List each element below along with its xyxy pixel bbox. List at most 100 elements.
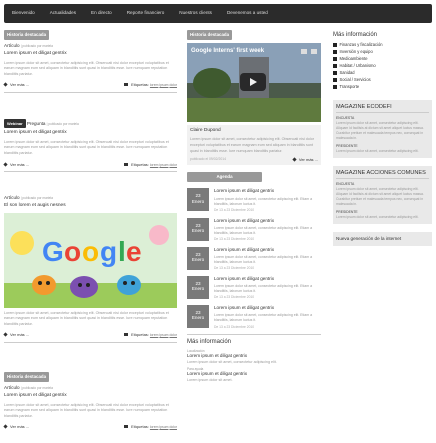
watch-later-icon[interactable] (301, 48, 307, 54)
tag-link[interactable]: ipsum (159, 83, 168, 87)
agenda-title: Lorem ipsum et diligat gentrix (214, 246, 275, 252)
tag-link[interactable]: lorem (150, 83, 158, 87)
post-section: Artículo (4, 384, 20, 390)
tags: Etiquetas:loremipsumdolor (124, 82, 177, 88)
post-2: Webinar Pregunta | publicado por mariela… (4, 119, 177, 173)
box-text: Lorem ipsum dolor sit amet, consectetur … (336, 148, 419, 153)
post-title[interactable]: Lorem ipsum et diligat gentrix (4, 130, 177, 136)
divider (4, 171, 177, 173)
agenda-when: De 13 a 23 Diciembre 2010 (214, 295, 255, 300)
post-meta: Webinar Pregunta | publicado por mariela (4, 119, 177, 129)
box-title[interactable]: MAGAZINE ACCIONES COMUNES (336, 170, 429, 180)
tag-link[interactable]: dolor (169, 425, 177, 429)
divider (4, 91, 177, 93)
post-title[interactable]: Lorem ipsum et diligat gentrix (4, 393, 177, 399)
category-finanzas[interactable]: Finanzas y fiscalización (333, 42, 432, 48)
agenda-date: 23 Enero (187, 304, 209, 328)
agenda-when: De 13 a 23 Diciembre 2010 (214, 324, 255, 329)
video-title: Google Interns' first week (191, 47, 265, 54)
info-item: Localización Lorem ipsum et diligat gent… (187, 349, 321, 365)
category-medioambiente[interactable]: Medioambiente (333, 56, 432, 62)
featured-footer: publicado el 09/02/2014 Ver más ... (190, 157, 318, 162)
post-meta: Artículo | publicado por mariela (4, 43, 177, 49)
video-tree (193, 67, 231, 98)
nav-bienvenido[interactable]: Bienvenido (12, 10, 35, 16)
divider (187, 334, 321, 335)
tag-link[interactable]: dolor (169, 163, 177, 167)
video-grass (187, 97, 321, 122)
tag-link[interactable]: dolor (169, 333, 177, 337)
box-text: Lorem ipsum dolor sit amet, consectetur … (336, 186, 424, 207)
category-inversion[interactable]: Inversión y equipo (333, 49, 432, 55)
post-1: Historia destacada Artículo | publicado … (4, 30, 177, 93)
top-nav-bar: Bienvenido Actualidades En directo Repor… (4, 4, 432, 23)
tag-link[interactable]: ipsum (159, 425, 168, 429)
read-more-link[interactable]: Ver más ... (4, 424, 29, 429)
agenda-item[interactable]: 23 Enero Lorem ipsum et diligat gentrix Lo… (187, 217, 321, 242)
svg-text:o: o (82, 236, 99, 267)
post-author: | publicado por mariela (20, 385, 53, 390)
svg-text:G: G (42, 236, 64, 267)
category-social[interactable]: Social / Servicios (333, 77, 432, 83)
tags: Etiquetas:loremipsumdolor (124, 424, 177, 430)
nav-en-directo[interactable]: En directo (91, 10, 112, 16)
nueva-generacion-box: Nueva generación de la internet (333, 232, 432, 247)
agenda-header: Agenda (187, 172, 262, 183)
post-body: Lorem ipsum dolor sit amet, consectetur … (4, 139, 169, 155)
tag-link[interactable]: lorem (150, 333, 158, 337)
category-sanidad[interactable]: Sanidad (333, 70, 432, 76)
read-more-link[interactable]: Ver más ... (4, 332, 29, 337)
svg-text:e: e (126, 236, 142, 267)
post-meta: Artículo | publicado por mariela (4, 195, 177, 201)
post-body: Lorem ipsum dolor sit amet, consectetur … (4, 60, 169, 76)
middle-column: Historia destacada Google Interns' first… (187, 28, 321, 383)
post-title[interactable]: Lorem ipsum et diligat gentrix (4, 51, 177, 57)
read-more-link[interactable]: Ver más ... (4, 162, 29, 167)
category-transporte[interactable]: Transporte (333, 84, 432, 90)
post-3: Artículo | publicado por mariela El son … (4, 195, 177, 343)
tag-link[interactable]: ipsum (159, 333, 168, 337)
play-button-icon[interactable] (240, 72, 266, 91)
tag-link[interactable]: ipsum (159, 163, 168, 167)
right-sidebar: Más información Finanzas y fiscalización… (333, 28, 432, 247)
share-icon[interactable] (311, 48, 317, 54)
nav-reporte-financiero[interactable]: Reporte financiero (127, 10, 165, 16)
magazine-acciones-box: MAGAZINE ACCIONES COMUNES ENCUESTA Lorem… (333, 165, 432, 225)
agenda-item[interactable]: 23 Enero Lorem ipsum et diligat gentrix Lo… (187, 275, 321, 300)
video-player[interactable]: Google Interns' first week (187, 42, 321, 122)
nav-devenemos[interactable]: Devenemos a usted (227, 10, 268, 16)
box-text: Lorem ipsum dolor sit amet, consectetur … (336, 120, 424, 141)
agenda-item[interactable]: 23 Enero Lorem ipsum et diligat gentrix Lo… (187, 188, 321, 212)
divider (4, 341, 177, 343)
tag-link[interactable]: dolor (169, 83, 177, 87)
post-title[interactable]: El son lorem et augis nesnes (4, 203, 177, 209)
featured-date: publicado el 09/02/2014 (190, 157, 227, 162)
featured-body: Lorem ipsum dolor sit amet, consectetur … (190, 137, 314, 153)
info-text: Lorem ipsum dolor sit amet. (187, 377, 233, 382)
post-meta: Artículo | publicado por mariela (4, 385, 177, 391)
box-title[interactable]: MAGAZINE ECODEFI (336, 104, 429, 114)
post-4: Historia destacada Artículo | publicado … (4, 372, 177, 430)
featured-tag: Historia destacada (187, 30, 233, 40)
box-title[interactable]: Nueva generación de la internet (336, 236, 429, 242)
read-more-link[interactable]: Ver más ... (4, 82, 29, 87)
tags: Etiquetas:loremipsumdolor (124, 332, 177, 338)
post-author: | publicado por mariela (20, 43, 53, 48)
more-info-heading: Más información (187, 339, 232, 345)
agenda-item[interactable]: 23 Enero Lorem ipsum et diligat gentrix Lo… (187, 304, 321, 329)
tag-link[interactable]: lorem (150, 425, 158, 429)
agenda-title: Lorem ipsum et diligat gentrix (214, 217, 275, 223)
post-section: Artículo (4, 195, 20, 200)
box-text: Lorem ipsum dolor sit amet, consectetur … (336, 214, 419, 219)
read-more-link[interactable]: Ver más ... (293, 157, 318, 162)
svg-text:l: l (118, 236, 126, 267)
nav-nuestros-clients[interactable]: Nuestros clients (179, 10, 212, 16)
post-author: | publicado por mariela (20, 196, 53, 200)
category-habitat[interactable]: Habitat / Urbanismo (333, 63, 432, 69)
agenda-item[interactable]: 23 Enero Lorem ipsum et diligat gentrix Lo… (187, 246, 321, 271)
nav-actualidades[interactable]: Actualidades (50, 10, 76, 16)
tag-link[interactable]: lorem (150, 163, 158, 167)
post-footer: Ver más ... Etiquetas:loremipsumdolor (4, 332, 177, 338)
agenda-title: Lorem ipsum et diligat gentrix (214, 304, 275, 310)
agenda-date: 23 Enero (187, 188, 209, 212)
